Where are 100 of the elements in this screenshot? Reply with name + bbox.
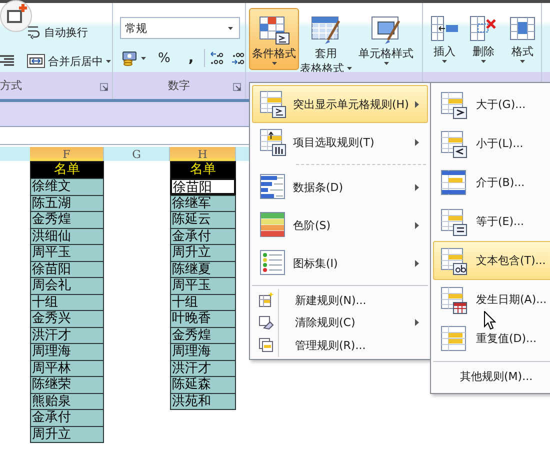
table-cell[interactable]: 徐继军 — [170, 194, 236, 211]
submenu-item[interactable]: 重复值(D)... — [433, 319, 550, 358]
table-cell[interactable]: 十组 — [170, 294, 236, 310]
manage-rules-item[interactable]: 管理规则(R)... — [252, 334, 428, 356]
wrap-text-button[interactable]: 自动换行 — [27, 24, 88, 40]
between-icon — [439, 168, 469, 198]
cell-styles-icon — [370, 15, 402, 45]
table-cell[interactable]: 陈延云 — [170, 211, 236, 228]
table-cell[interactable]: 叶晚香 — [170, 310, 236, 326]
highlight-rules-item[interactable]: 突出显示单元格规则(H) — [252, 85, 428, 123]
table-cell[interactable]: 十组 — [30, 294, 104, 310]
format-cells-icon — [508, 15, 538, 43]
caret-icon — [141, 56, 146, 60]
format-button[interactable]: 格式 — [504, 8, 541, 70]
eraser-icon — [258, 314, 274, 331]
caret-icon — [520, 60, 525, 63]
dialog-launcher-icon — [233, 83, 241, 91]
table-cell[interactable]: 周理海 — [30, 343, 104, 360]
table-cell[interactable]: 洪苑和 — [170, 392, 236, 410]
table-format-icon — [310, 15, 342, 45]
top-rules-item[interactable]: 项目选取规则(T) — [252, 123, 428, 161]
decrease-decimal-button[interactable] — [231, 51, 245, 65]
cell-styles-button[interactable]: 单元格样式 — [353, 8, 419, 70]
table-cell[interactable]: 周平玉 — [170, 277, 236, 294]
table-cell[interactable]: 洪细仙 — [30, 228, 104, 244]
duplicate-values-icon — [439, 324, 469, 354]
submenu-item[interactable]: 发生日期(A)... — [433, 280, 550, 319]
table-cell[interactable]: 洪汗才 — [30, 326, 104, 343]
submenu-arrow-icon — [415, 138, 419, 146]
table-cell[interactable]: 徐苗阳 — [170, 178, 236, 194]
table-cell[interactable]: 周会礼 — [30, 277, 104, 294]
icon-sets-item[interactable]: 图标集(I) — [252, 244, 428, 282]
group-label: 数字 — [168, 78, 190, 93]
caret-icon — [481, 60, 486, 63]
increase-decimal-icon — [210, 51, 224, 65]
delete-button[interactable]: 删除 — [465, 8, 502, 70]
conditional-format-button[interactable]: 条件格式 — [249, 8, 299, 70]
data-bars-item[interactable]: 数据条(D) — [252, 168, 428, 206]
header-cell: 名单 — [30, 161, 104, 178]
submenu-item[interactable]: 介于(B)... — [433, 163, 550, 202]
merge-cells-icon — [27, 54, 45, 68]
caret-icon — [384, 62, 388, 65]
table-cell[interactable]: 周升立 — [30, 426, 104, 443]
submenu-item[interactable]: 大于(G)... — [433, 85, 550, 124]
compare-rules-icon — [258, 89, 288, 119]
column-header[interactable]: H — [170, 147, 236, 161]
table-cell[interactable]: 金秀兴 — [30, 310, 104, 326]
submenu-arrow-icon — [415, 222, 419, 228]
color-scales-item[interactable]: 色阶(S) — [252, 206, 428, 244]
conditional-format-icon — [258, 15, 290, 45]
equal-to-icon — [439, 206, 469, 236]
table-cell[interactable]: 金承付 — [30, 409, 104, 426]
submenu-arrow-icon — [415, 184, 419, 190]
more-rules-item[interactable]: 其他规则(M)... — [433, 361, 550, 391]
table-cell[interactable]: 陈五湖 — [30, 194, 104, 211]
table-cell[interactable]: 周平玉 — [30, 244, 104, 260]
table-cell[interactable]: 熊贻泉 — [30, 392, 104, 409]
table-cell[interactable]: 周理海 — [170, 343, 236, 360]
table-cell[interactable]: 金秀煌 — [170, 326, 236, 343]
table-cell[interactable]: 金秀煌 — [30, 211, 104, 228]
comma-button[interactable]: , — [188, 50, 194, 66]
column-header[interactable]: F — [30, 147, 104, 161]
submenu-item[interactable]: 等于(E)... — [433, 202, 550, 241]
table-cell[interactable]: 周升立 — [170, 244, 236, 260]
table-cell[interactable]: 周平林 — [30, 360, 104, 376]
wrap-text-icon — [27, 25, 41, 39]
text-contains-icon — [439, 246, 469, 276]
caret-icon — [347, 67, 352, 70]
table-cell[interactable]: 陈延森 — [170, 376, 236, 392]
currency-icon — [122, 50, 138, 66]
decrease-decimal-icon — [231, 51, 245, 65]
increase-decimal-button[interactable] — [210, 51, 224, 65]
align-right-icon — [0, 55, 14, 67]
less-than-icon — [439, 128, 469, 158]
insert-button[interactable]: 插入 — [426, 8, 463, 70]
merge-center-button[interactable]: 合并后居中 — [27, 54, 111, 68]
column-header[interactable]: G — [104, 147, 170, 161]
table-cell[interactable]: 陈继夏 — [170, 260, 236, 277]
caret-icon — [272, 62, 276, 65]
table-cell[interactable]: 金承付 — [170, 228, 236, 244]
clear-rules-item[interactable]: 清除规则(C) — [252, 312, 428, 334]
new-rule-item[interactable]: 新建规则(N)... — [252, 289, 428, 312]
cursor-icon — [484, 311, 496, 330]
number-format-dropdown[interactable]: 常规 — [120, 17, 240, 39]
table-cell[interactable]: 陈继荣 — [30, 376, 104, 392]
delete-cells-icon — [468, 15, 498, 43]
table-cell[interactable]: 徐苗阳 — [30, 260, 104, 277]
caret-icon — [106, 60, 111, 62]
percent-button[interactable]: % — [158, 50, 170, 66]
calendar-icon — [439, 284, 469, 314]
submenu-item[interactable]: 小于(L)... — [433, 124, 550, 163]
color-scale-icon — [258, 210, 288, 240]
table-cell[interactable]: 徐维文 — [30, 178, 104, 194]
manage-rules-icon — [258, 337, 274, 354]
table-cell[interactable]: 洪汗才 — [170, 360, 236, 376]
currency-button[interactable] — [122, 50, 146, 66]
new-rule-icon — [258, 292, 274, 308]
header-cell: 名单 — [170, 161, 236, 178]
header-strip — [0, 147, 30, 161]
submenu-item[interactable]: 文本包含(T)... — [433, 241, 550, 280]
